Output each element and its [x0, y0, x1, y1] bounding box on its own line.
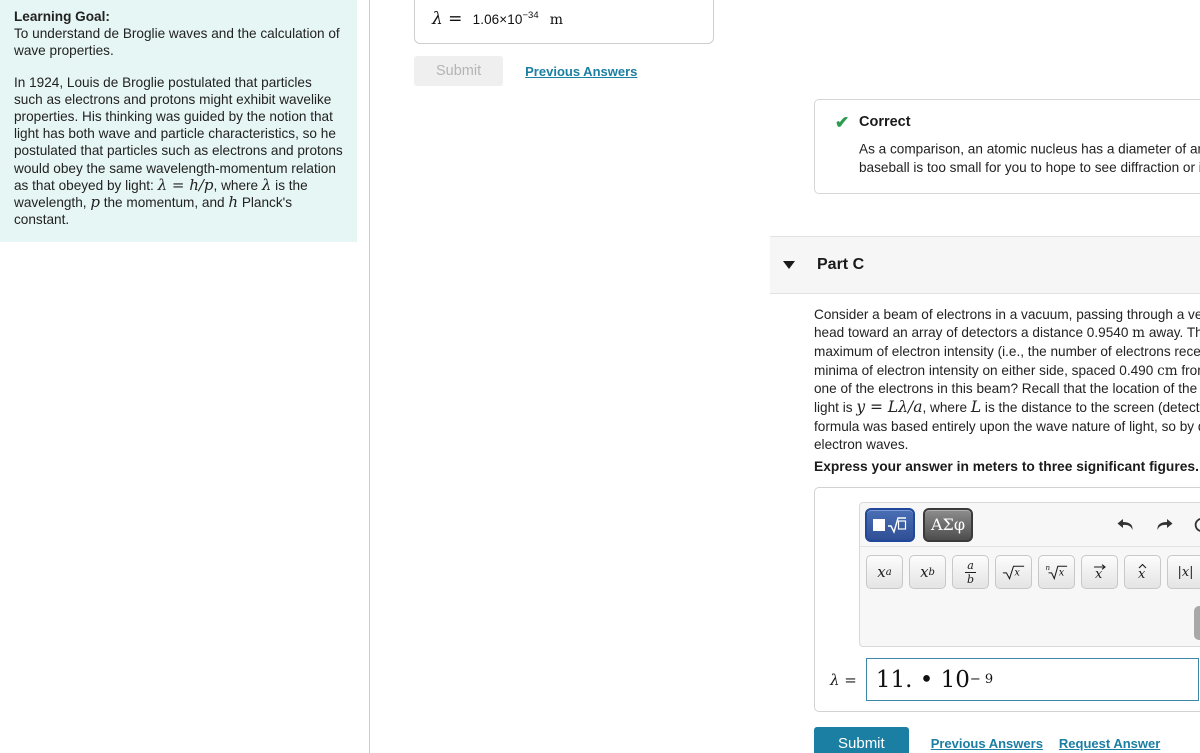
fraction-button[interactable]: ab	[952, 555, 989, 589]
answer-entry-row: λ = 11. • 10− 9 m	[815, 658, 1200, 701]
page-root: Learning Goal: To understand de Broglie …	[0, 0, 1200, 753]
feedback-header: ✔ Correct	[831, 114, 1200, 132]
subscript-button[interactable]: xb	[909, 555, 946, 589]
square-radical-glyph	[873, 515, 907, 535]
answer-instruction: Express your answer in meters to three s…	[814, 459, 1199, 474]
learning-goal-title: Learning Goal:	[14, 9, 110, 24]
absolute-value-button[interactable]: |x|	[1167, 555, 1200, 589]
answer-input-card: ΑΣφ ?	[814, 487, 1200, 712]
part-c-lambda-label: λ =	[830, 670, 857, 689]
lambda-equals-label: λ =	[432, 9, 463, 29]
submit-button-disabled: Submit	[414, 56, 504, 86]
math-palette: ΑΣφ ?	[859, 502, 1200, 647]
undo-arrow-icon[interactable]	[1116, 516, 1136, 534]
part-c-button-row: Submit Previous Answers Request Answer	[814, 727, 1160, 753]
body-text-2: , where	[213, 177, 262, 193]
svg-text:x: x	[1014, 568, 1020, 579]
body-text-4: the momentum, and	[99, 195, 229, 211]
submit-button[interactable]: Submit	[814, 727, 909, 753]
previous-part-answer-box: λ = 1.06×10−34 m	[414, 0, 714, 44]
question-text-4: from the center of the pattern. What is …	[1181, 362, 1200, 378]
learning-goal-text: To understand de Broglie waves and the c…	[14, 26, 340, 59]
distance-value: 0.9540	[1086, 325, 1129, 341]
unit-vector-button[interactable]: x	[1124, 555, 1161, 589]
palette-bottom-row	[1194, 606, 1200, 640]
square-radical-icon[interactable]	[865, 507, 915, 542]
triangle-down-icon[interactable]	[783, 261, 795, 269]
minima-formula: y = Lλ/a	[856, 398, 923, 417]
right-column: λ = 1.06×10−34 m Submit Previous Answers…	[370, 0, 1200, 753]
part-c-question-text: Consider a beam of electrons in a vacuum…	[814, 305, 1200, 454]
L-symbol: L	[970, 398, 982, 417]
greek-symbols-toggle[interactable]: ΑΣφ	[923, 507, 973, 542]
feedback-body-text: As a comparison, an atomic nucleus has a…	[859, 136, 1200, 177]
svg-text:n: n	[1045, 563, 1050, 572]
part-c-title: Part C	[817, 256, 865, 273]
palette-top-row: ΑΣφ ?	[860, 503, 1200, 547]
previous-part-button-row: Submit Previous Answers	[414, 56, 637, 86]
part-c-header[interactable]: Part C	[770, 236, 1200, 294]
superscript-button[interactable]: xa	[866, 555, 903, 589]
vector-button[interactable]: x	[1081, 555, 1118, 589]
reset-circular-arrow-icon[interactable]	[1192, 516, 1200, 535]
backspace-icon[interactable]	[1194, 606, 1200, 640]
white-square-glyph	[873, 518, 885, 531]
previous-answer-exponent: −34	[522, 10, 539, 21]
previous-answers-link[interactable]: Previous Answers	[931, 736, 1043, 751]
spacing-value: 0.490	[1119, 362, 1154, 378]
question-text-7: is the distance to the screen (detector)…	[984, 400, 1200, 416]
nth-root-button[interactable]: nx	[1038, 555, 1075, 589]
request-answer-link[interactable]: Request Answer	[1059, 736, 1160, 751]
distance-unit: m	[1132, 325, 1146, 342]
previous-answers-link-top[interactable]: Previous Answers	[525, 64, 637, 79]
svg-text:x: x	[1138, 567, 1146, 582]
previous-answer-display: λ = 1.06×10−34 m	[432, 9, 563, 29]
correct-feedback-box: ✔ Correct As a comparison, an atomic nuc…	[814, 99, 1200, 194]
answer-value-text: 11. • 10	[875, 666, 970, 693]
svg-text:x: x	[1095, 567, 1103, 582]
question-text-6: , where	[922, 400, 971, 416]
square-root-button[interactable]: x	[995, 555, 1032, 589]
answer-exponent-text: − 9	[969, 672, 994, 687]
answer-math-input[interactable]: 11. • 10− 9	[865, 658, 1199, 701]
redo-arrow-icon[interactable]	[1154, 516, 1174, 534]
lambda-symbol: λ	[261, 175, 272, 194]
palette-tools: ?	[1116, 503, 1200, 547]
palette-button-row: xa xb ab x nx x x |x|	[860, 547, 1200, 589]
radical-glyph	[888, 516, 907, 534]
check-icon: ✔	[835, 113, 850, 132]
p-symbol: p	[90, 193, 100, 212]
feedback-status-label: Correct	[859, 114, 911, 130]
learning-goal-block: Learning Goal: To understand de Broglie …	[14, 8, 343, 60]
left-column: Learning Goal: To understand de Broglie …	[0, 0, 370, 753]
h-symbol: h	[228, 193, 239, 212]
previous-answer-mantissa: 1.06×10	[472, 12, 523, 27]
feedback-text-part-1: As a comparison, an atomic nucleus has a…	[859, 141, 1200, 157]
question-text-1: Consider a beam of electrons in a vacuum…	[814, 307, 1200, 322]
learning-goal-panel: Learning Goal: To understand de Broglie …	[0, 0, 357, 243]
spacing-unit: cm	[1157, 362, 1178, 379]
previous-answer-unit: m	[549, 12, 564, 28]
learning-goal-body: In 1924, Louis de Broglie postulated tha…	[14, 74, 343, 229]
de-broglie-formula: λ = h/p	[157, 175, 214, 194]
svg-text:x: x	[1059, 568, 1065, 579]
